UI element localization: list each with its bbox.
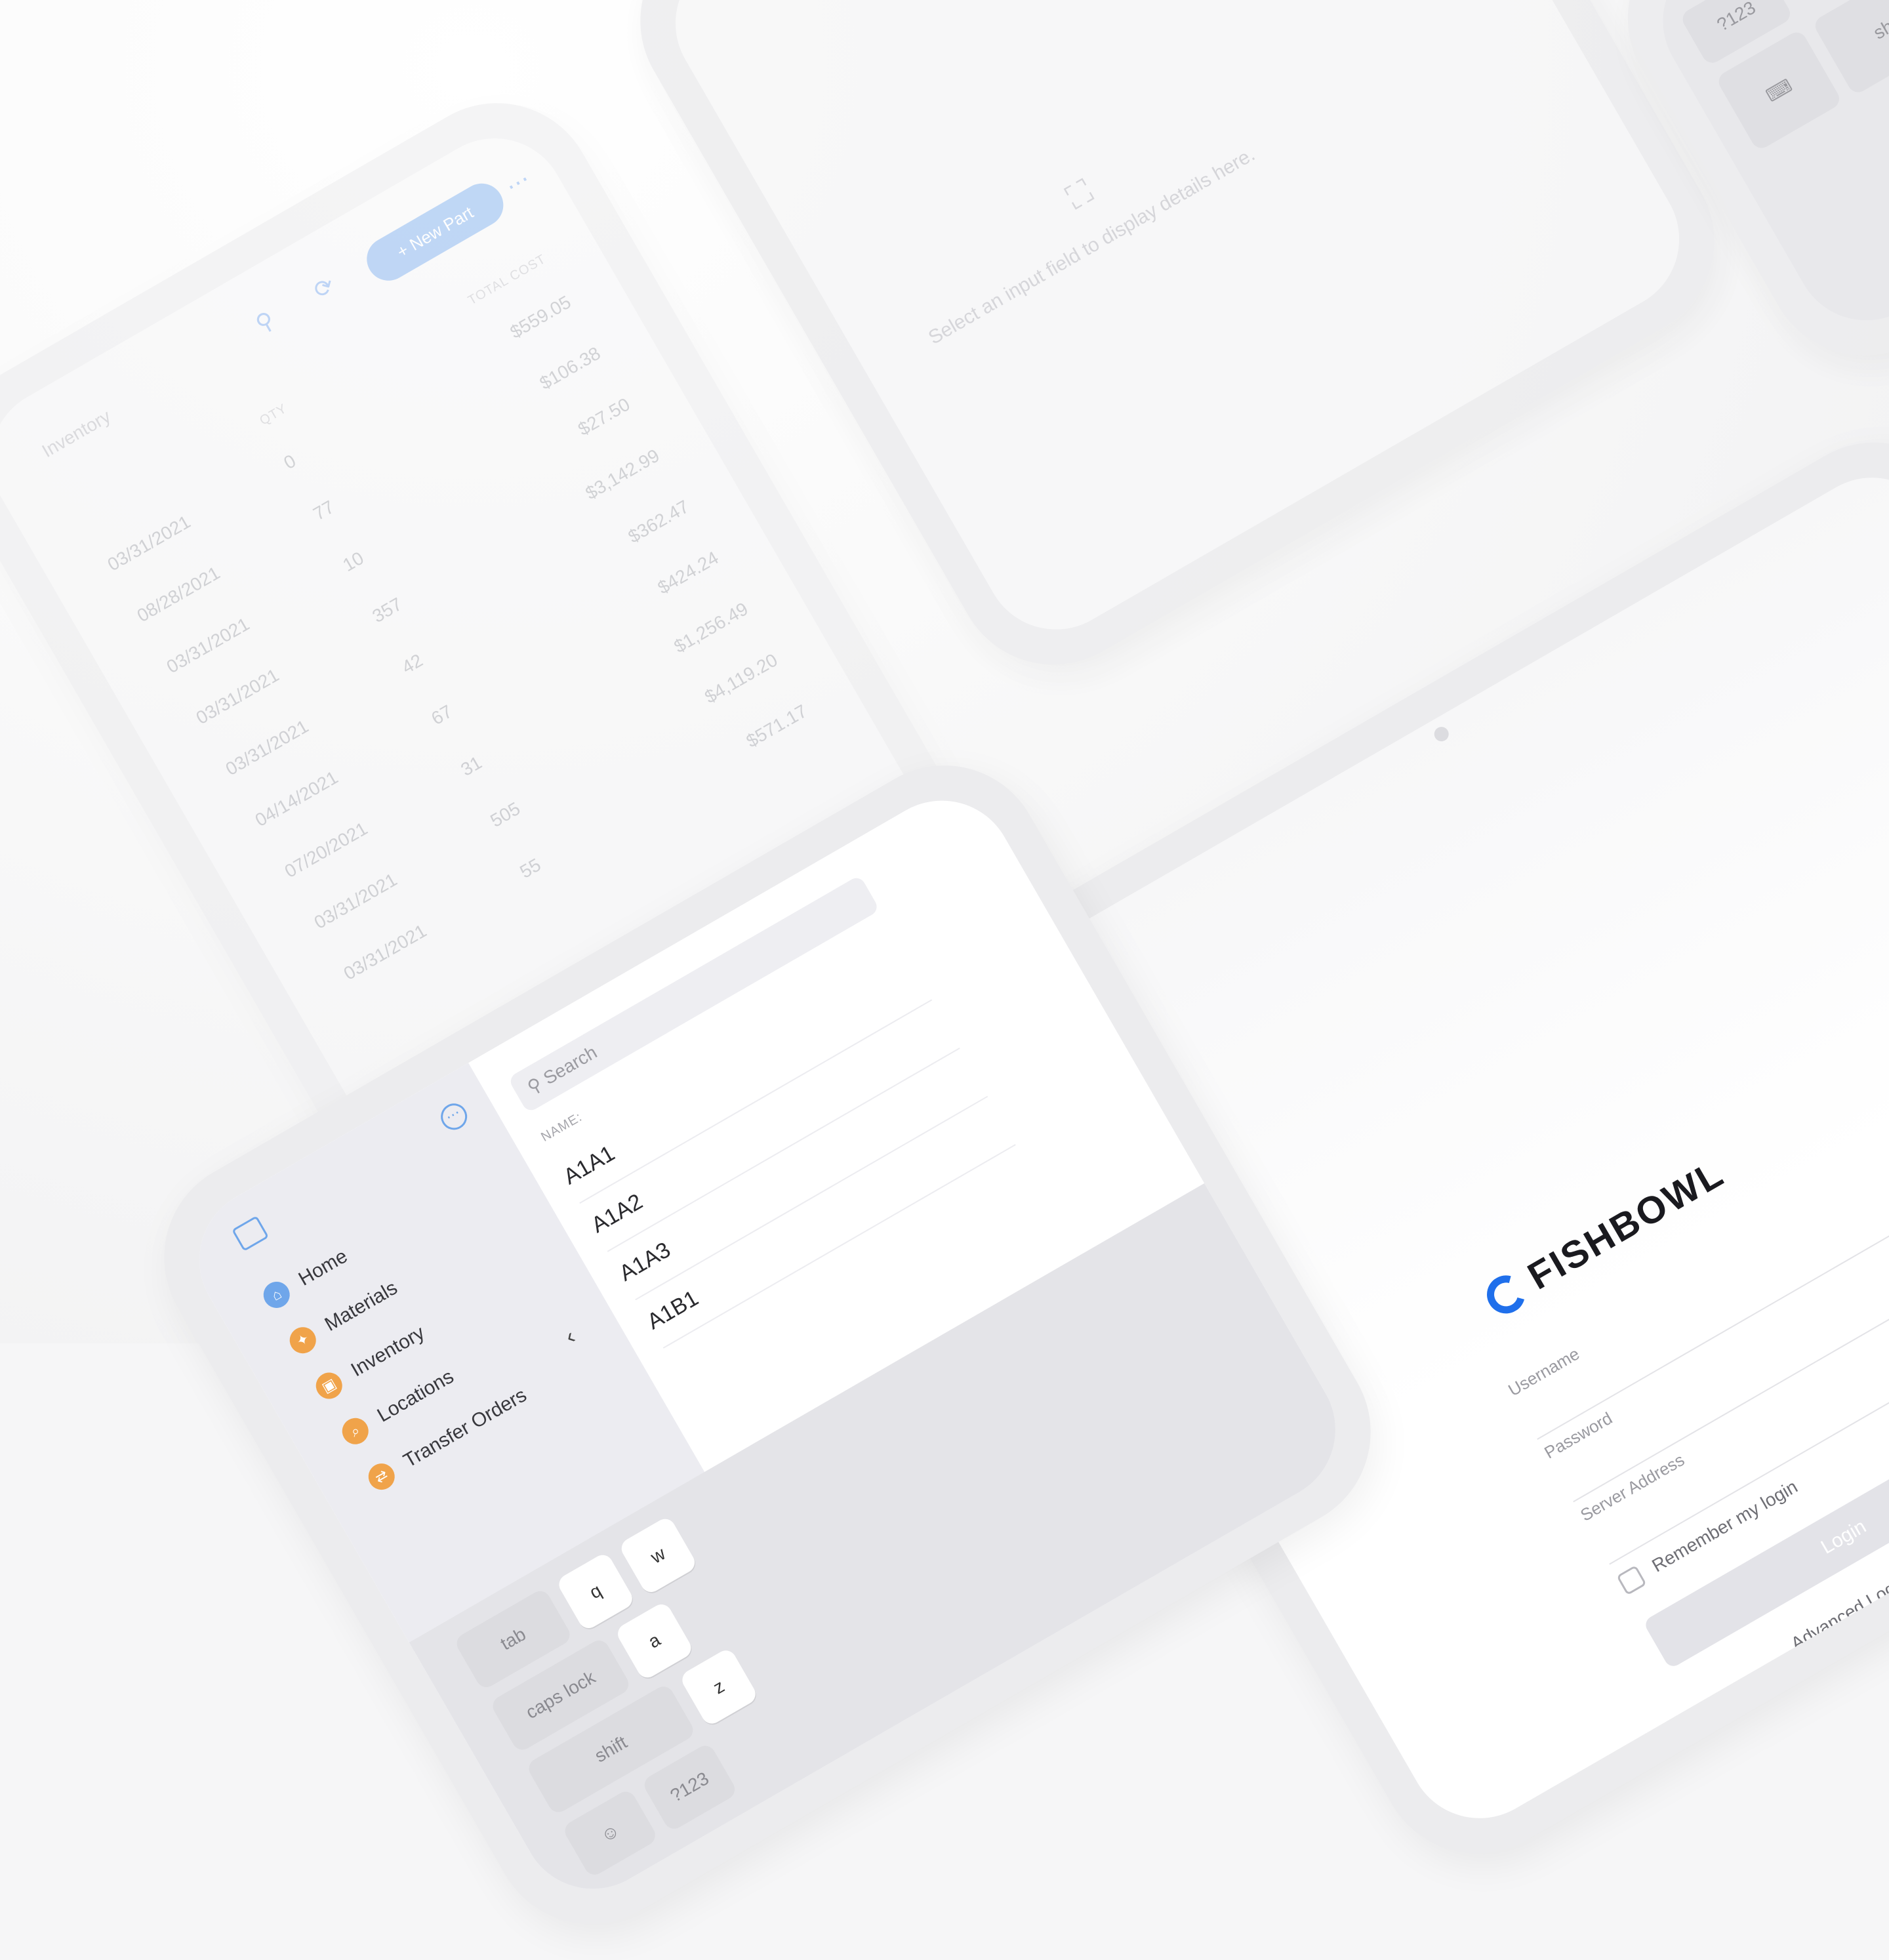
remember-checkbox[interactable] bbox=[1616, 1564, 1647, 1596]
parts-icon[interactable]: ⚲ bbox=[245, 302, 285, 342]
sidebar-item-label: Locations bbox=[373, 1365, 458, 1427]
sidebar-item-label: Home bbox=[295, 1245, 352, 1290]
more-icon[interactable]: ⋯ bbox=[436, 1099, 472, 1135]
home-icon: ⌂ bbox=[258, 1276, 295, 1313]
key-q[interactable]: q bbox=[555, 1551, 636, 1632]
new-part-button[interactable]: + New Part bbox=[359, 175, 512, 289]
search-placeholder: Search bbox=[540, 1042, 601, 1089]
chevron-left-icon[interactable]: ‹ bbox=[561, 1324, 580, 1349]
transfer-icon: ⇄ bbox=[363, 1458, 400, 1495]
key-w[interactable]: w bbox=[617, 1515, 699, 1596]
sidebar-toggle-icon[interactable] bbox=[232, 1215, 270, 1252]
search-icon: ⚲ bbox=[523, 1073, 546, 1098]
empty-state-hint: Select an input field to display details… bbox=[924, 143, 1259, 349]
ellipsis-icon[interactable]: ⋯ bbox=[501, 165, 535, 200]
cycle-icon[interactable]: ⟳ bbox=[304, 268, 344, 308]
sidebar-item-label: Materials bbox=[321, 1276, 401, 1336]
materials-icon: ✦ bbox=[285, 1322, 321, 1358]
sidebar-item-label: Inventory bbox=[347, 1322, 428, 1381]
locations-icon: ⌕ bbox=[337, 1413, 374, 1450]
key-a[interactable]: a bbox=[614, 1601, 695, 1682]
fishbowl-logo-icon bbox=[1480, 1268, 1532, 1320]
camera bbox=[1431, 724, 1452, 745]
inventory-icon: ▣ bbox=[311, 1368, 348, 1404]
scan-icon: ⛶ bbox=[1060, 173, 1099, 216]
key-z[interactable]: z bbox=[678, 1646, 760, 1728]
sidebar-item-home[interactable]: ⌂ Home bbox=[258, 1244, 352, 1313]
page-title: Inventory bbox=[38, 405, 114, 462]
